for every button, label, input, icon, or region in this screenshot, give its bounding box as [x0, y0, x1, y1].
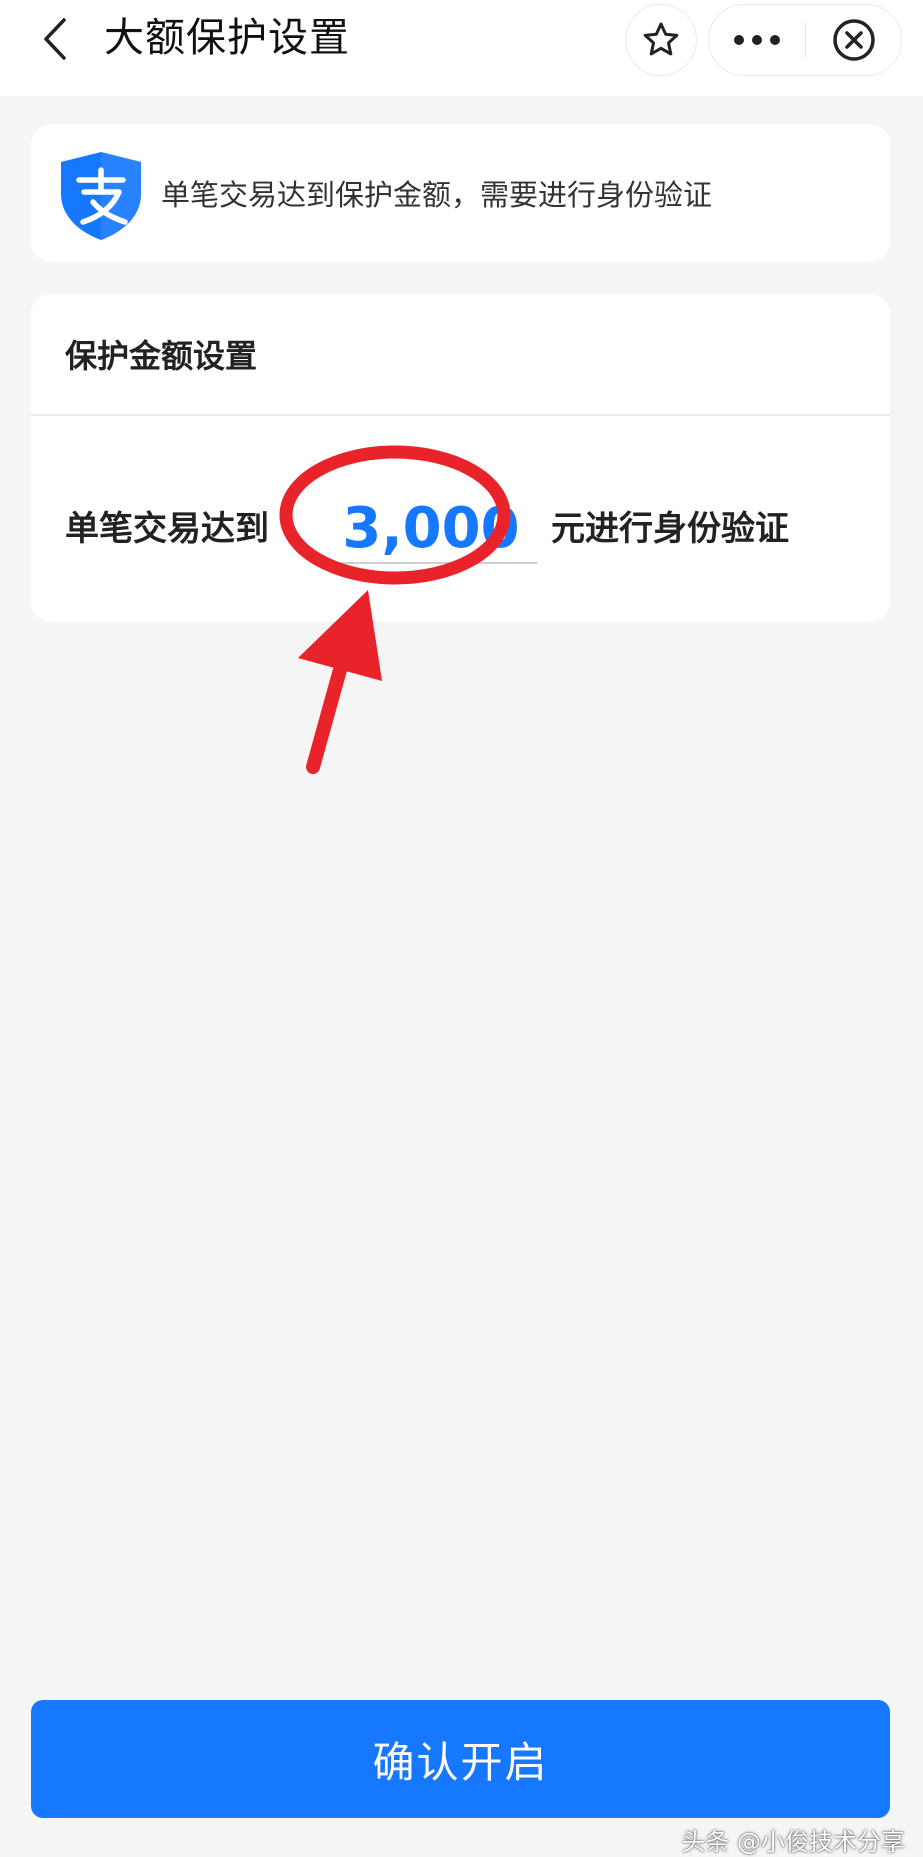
back-button[interactable] [30, 14, 80, 64]
favorite-button[interactable] [625, 4, 697, 76]
close-circle-icon [832, 19, 875, 61]
protection-settings-card: 保护金额设置 单笔交易达到 元进行身份验证 [31, 294, 890, 622]
more-button[interactable] [709, 5, 805, 75]
page-title: 大额保护设置 [104, 15, 350, 61]
divider [31, 414, 890, 416]
annotation-overlay [279, 445, 511, 774]
watermark: 头条 @小俊技术分享 [681, 1828, 905, 1856]
more-dots-icon [734, 35, 780, 45]
chevron-left-icon [44, 18, 66, 60]
close-button[interactable] [806, 5, 901, 75]
confirm-enable-button[interactable]: 确认开启 [31, 1700, 890, 1818]
navigation-bar: 大额保护设置 [0, 0, 923, 96]
alipay-shield-logo [61, 152, 141, 240]
annotation-arrow-shaft [306, 605, 363, 774]
mini-app-capsule [708, 4, 902, 76]
settings-title: 保护金额设置 [65, 337, 258, 375]
info-text: 单笔交易达到保护金额，需要进行身份验证 [161, 178, 713, 212]
amount-prefix: 单笔交易达到 [65, 509, 269, 549]
amount-row: 单笔交易达到 元进行身份验证 [65, 494, 865, 564]
star-icon [643, 22, 679, 56]
info-banner: 单笔交易达到保护金额，需要进行身份验证 [31, 124, 890, 262]
amount-suffix: 元进行身份验证 [551, 509, 789, 549]
amount-input[interactable] [325, 494, 537, 564]
